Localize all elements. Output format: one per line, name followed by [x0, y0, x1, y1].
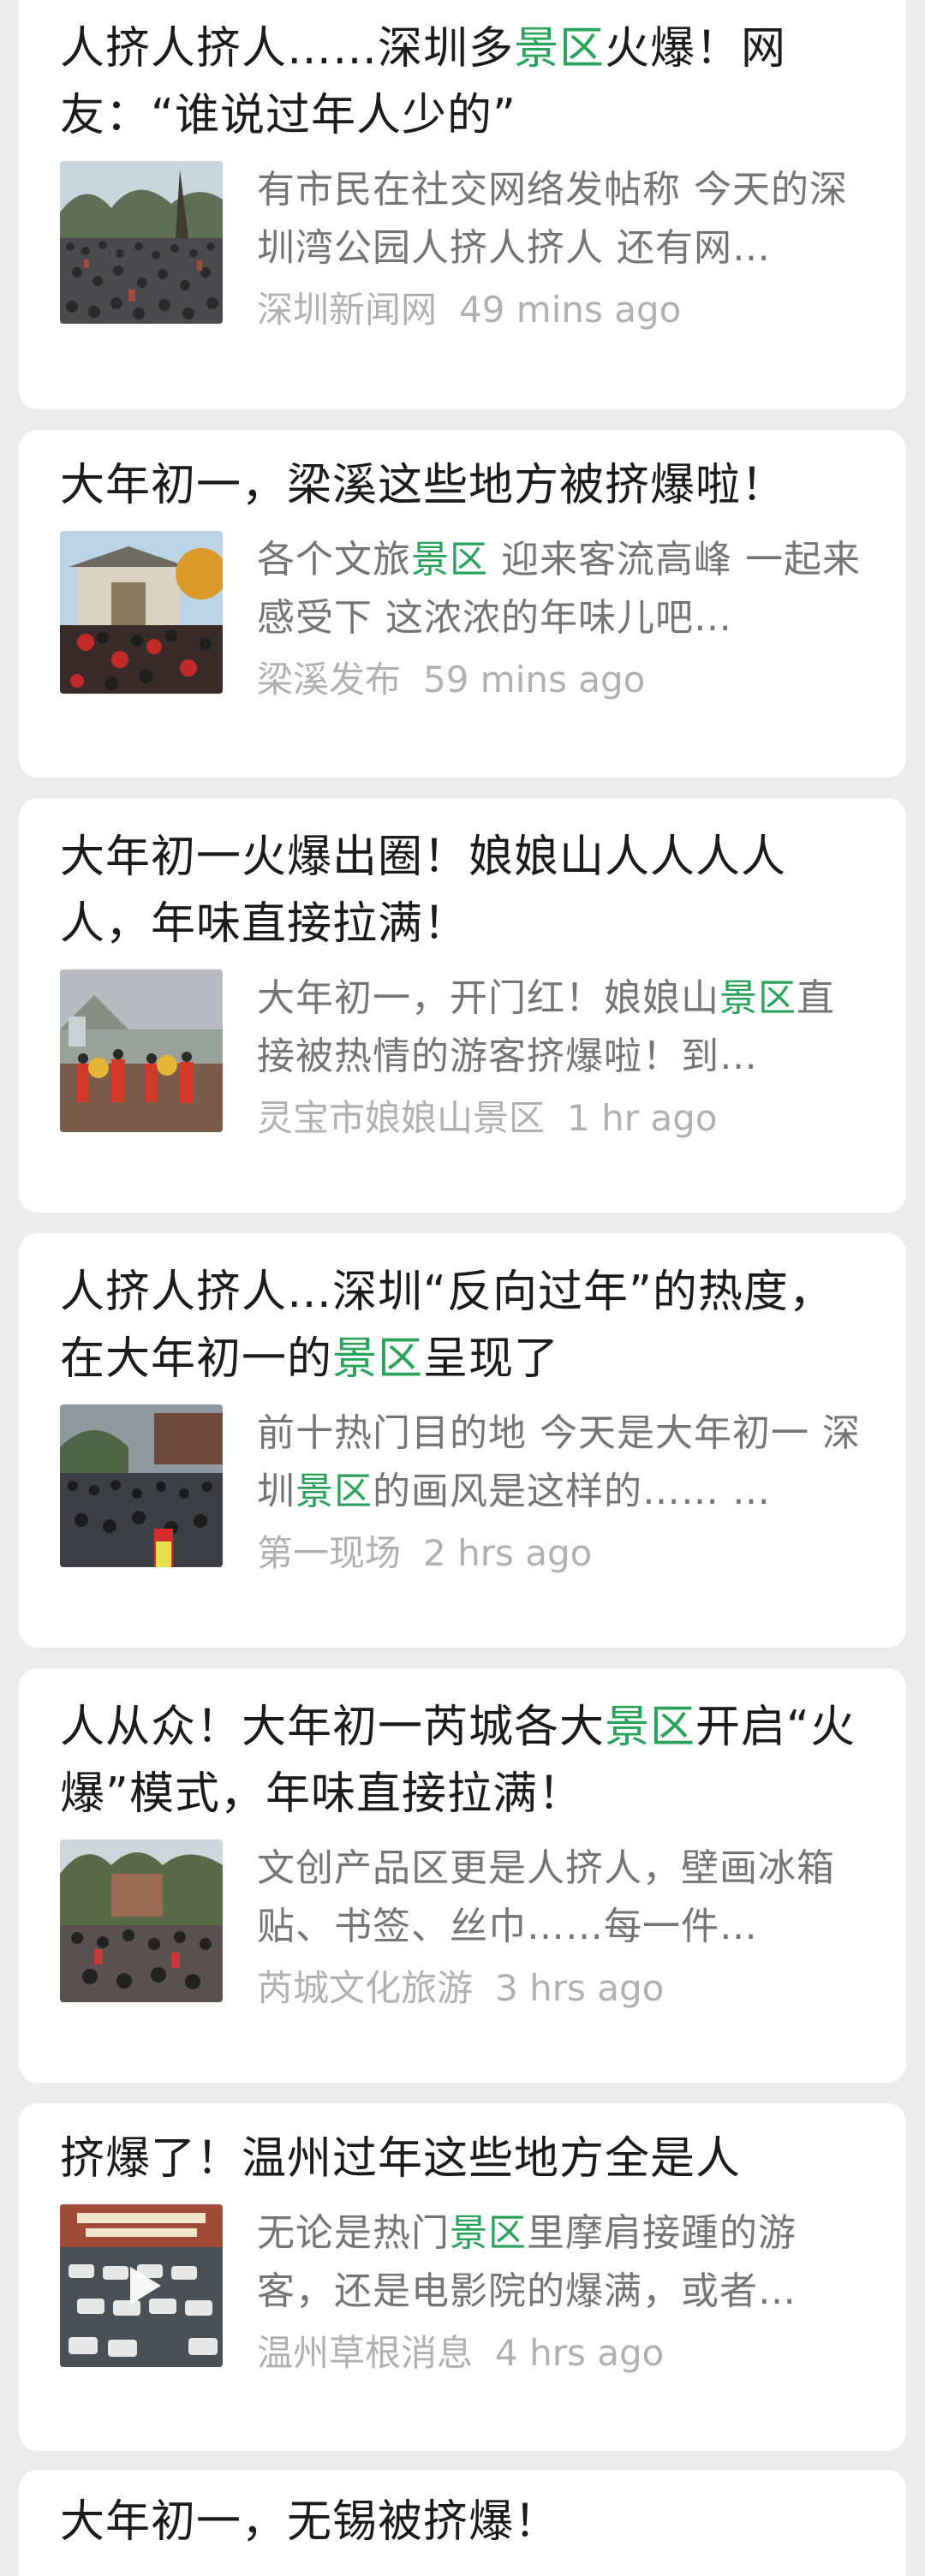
news-card[interactable]: 大年初一，无锡被挤爆！	[19, 2470, 906, 2576]
news-time: 3 hrs ago	[495, 1967, 665, 2009]
news-snippet: 有市民在社交网络发帖称 今天的深圳湾公园人挤人挤人 还有网…	[257, 168, 848, 270]
news-title[interactable]: 人从众！大年初一芮城各大景区开启“火爆”模式，年味直接拉满！	[60, 1694, 865, 1828]
temple-gate-crowd-photo	[60, 531, 223, 694]
news-snippet: 大年初一，开门红！娘娘山景区直接被热情的游客挤爆啦！到…	[257, 976, 835, 1078]
news-feed: 人挤人挤人……深圳多景区火爆！网友：“谁说过年人少的” 有市民在社交网络发帖称 …	[0, 0, 925, 2576]
news-title[interactable]: 人挤人挤人…深圳“反向过年”的热度，在大年初一的景区呈现了	[60, 1259, 865, 1392]
news-thumbnail[interactable]	[60, 2204, 223, 2367]
news-snippet: 前十热门目的地 今天是大年初一 深圳景区的画风是这样的…… …	[257, 1411, 861, 1513]
news-card[interactable]: 大年初一，梁溪这些地方被挤爆啦！ 各个文旅景区 迎来客流高峰 一起来感受下 这浓…	[19, 430, 906, 778]
news-card[interactable]: 挤爆了！温州过年这些地方全是人 无论是热门景区里摩肩接踵的游客，还是电影院的爆满…	[19, 2103, 906, 2451]
news-title[interactable]: 挤爆了！温州过年这些地方全是人	[60, 2126, 865, 2192]
news-source: 灵宝市娘娘山景区	[257, 1097, 546, 1139]
news-snippet: 文创产品区更是人挤人，壁画冰箱贴、书签、丝巾……每一件…	[257, 1846, 835, 1948]
news-source: 梁溪发布	[257, 659, 402, 701]
news-source: 温州草根消息	[257, 2332, 474, 2374]
news-thumbnail[interactable]	[60, 969, 223, 1132]
news-snippet: 各个文旅景区 迎来客流高峰 一起来感受下 这浓浓的年味儿吧…	[257, 538, 861, 640]
news-thumbnail[interactable]	[60, 1404, 223, 1567]
news-time: 59 mins ago	[423, 659, 646, 701]
square-crowd-photo	[60, 1840, 223, 2002]
news-source: 深圳新闻网	[257, 289, 438, 331]
news-thumbnail[interactable]	[60, 531, 223, 694]
news-card[interactable]: 人挤人挤人…深圳“反向过年”的热度，在大年初一的景区呈现了 前十热门目的地 今天…	[19, 1233, 906, 1648]
news-time: 1 hr ago	[567, 1097, 718, 1139]
news-card[interactable]: 人从众！大年初一芮城各大景区开启“火爆”模式，年味直接拉满！ 文创产品区更是人挤…	[19, 1668, 906, 2083]
news-card[interactable]: 人挤人挤人……深圳多景区火爆！网友：“谁说过年人少的” 有市民在社交网络发帖称 …	[19, 0, 906, 409]
news-source: 第一现场	[257, 1532, 402, 1574]
street-crowd-photo	[60, 1404, 223, 1567]
news-card[interactable]: 大年初一火爆出圈！娘娘山人人人人人，年味直接拉满！ 大年初一，开门红！娘娘山景区…	[19, 798, 906, 1213]
play-icon[interactable]	[60, 2204, 223, 2367]
news-snippet: 无论是热门景区里摩肩接踵的游客，还是电影院的爆满，或者…	[257, 2211, 797, 2313]
news-title[interactable]: 大年初一火爆出圈！娘娘山人人人人人，年味直接拉满！	[60, 824, 865, 957]
news-title[interactable]: 大年初一，梁溪这些地方被挤爆啦！	[60, 452, 865, 519]
news-title[interactable]: 人挤人挤人……深圳多景区火爆！网友：“谁说过年人少的”	[60, 15, 865, 149]
news-time: 4 hrs ago	[495, 2332, 665, 2374]
news-time: 49 mins ago	[459, 289, 682, 331]
news-time: 2 hrs ago	[423, 1532, 593, 1574]
news-thumbnail[interactable]	[60, 161, 223, 324]
news-thumbnail[interactable]	[60, 1840, 223, 2002]
news-source: 芮城文化旅游	[257, 1967, 474, 2009]
news-title[interactable]: 大年初一，无锡被挤爆！	[60, 2489, 865, 2555]
crowd-park-photo	[60, 161, 223, 324]
lion-dance-photo	[60, 969, 223, 1132]
